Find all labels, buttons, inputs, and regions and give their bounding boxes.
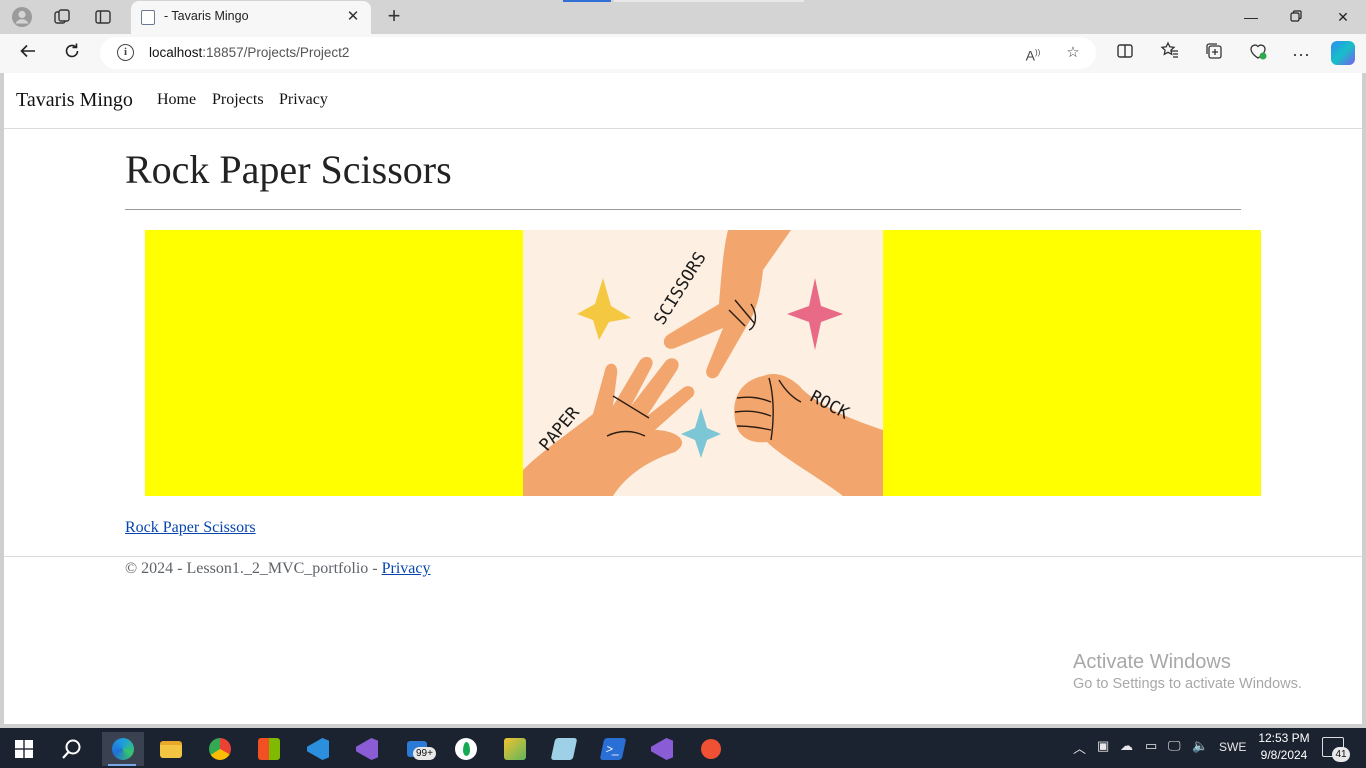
taskbar-vscode[interactable] xyxy=(298,732,338,766)
address-bar[interactable]: i localhost:18857/Projects/Project2 A)) … xyxy=(100,37,1096,69)
windows-taskbar: 99+ >_ ︿ ▣ ☁ ▭ 🖵 🔈 SWE 12:53 PM 9/8/2024… xyxy=(0,728,1366,768)
taskbar-snipping-tool[interactable] xyxy=(495,732,535,766)
title-divider xyxy=(125,209,1241,210)
taskbar-visual-studio[interactable] xyxy=(347,732,387,766)
favorite-star-icon[interactable]: ☆ xyxy=(1062,42,1084,64)
footer-privacy-link[interactable]: Privacy xyxy=(382,560,431,577)
new-tab-icon[interactable]: + xyxy=(381,4,407,30)
url-text[interactable]: localhost:18857/Projects/Project2 xyxy=(149,45,349,60)
taskbar-git-tool[interactable] xyxy=(691,732,731,766)
page-title: Rock Paper Scissors xyxy=(125,147,452,192)
close-tab-icon[interactable]: ✕ xyxy=(343,7,363,27)
profile-icon[interactable] xyxy=(10,5,34,29)
minimize-icon[interactable]: — xyxy=(1236,4,1266,30)
taskbar-powershell[interactable]: >_ xyxy=(593,732,633,766)
back-arrow-icon[interactable] xyxy=(15,41,41,67)
nav-link-projects[interactable]: Projects xyxy=(212,91,264,109)
nav-link-home[interactable]: Home xyxy=(157,91,196,109)
favorites-icon[interactable] xyxy=(1157,41,1183,67)
device-icon[interactable]: ▣ xyxy=(1097,738,1109,754)
edge-icon xyxy=(112,738,134,760)
close-window-icon[interactable]: ✕ xyxy=(1328,4,1358,30)
refresh-icon[interactable] xyxy=(59,41,85,67)
system-clock[interactable]: 12:53 PM 9/8/2024 xyxy=(1255,730,1313,764)
taskbar-mongodb[interactable] xyxy=(446,732,486,766)
search-icon[interactable] xyxy=(52,732,92,766)
tab-title: - Tavaris Mingo xyxy=(164,9,249,23)
clock-time: 12:53 PM xyxy=(1258,731,1310,745)
site-footer: © 2024 - Lesson1._2_MVC_portfolio - Priv… xyxy=(125,560,430,578)
project-banner: SCISSORS PAPER ROCK xyxy=(145,230,1261,496)
page-favicon-icon xyxy=(141,10,155,25)
start-button[interactable] xyxy=(4,732,44,766)
browser-essentials-icon[interactable] xyxy=(1245,41,1271,67)
input-language[interactable]: SWE xyxy=(1219,740,1246,754)
onedrive-icon[interactable]: ☁ xyxy=(1120,738,1133,754)
visual-studio-icon xyxy=(356,738,378,760)
more-options-icon[interactable]: ··· xyxy=(1288,41,1314,67)
network-icon[interactable]: 🖵 xyxy=(1168,738,1181,754)
show-hidden-icons[interactable]: ︿ xyxy=(1073,738,1086,757)
taskbar-visual-studio-2[interactable] xyxy=(642,732,682,766)
restore-icon[interactable] xyxy=(1281,4,1311,30)
footer-divider xyxy=(4,556,1362,557)
taskbar-file-explorer[interactable] xyxy=(151,732,191,766)
copilot-icon[interactable] xyxy=(1331,41,1355,65)
read-aloud-icon[interactable]: A)) xyxy=(1022,42,1044,64)
taskbar-notepad[interactable] xyxy=(544,732,584,766)
url-host: localhost xyxy=(149,45,203,60)
watermark-subtitle: Go to Settings to activate Windows. xyxy=(1073,676,1302,692)
battery-icon[interactable]: ▭ xyxy=(1145,738,1157,754)
store-icon xyxy=(258,738,280,760)
rock-paper-scissors-illustration: SCISSORS PAPER ROCK xyxy=(523,230,883,496)
taskbar-edge[interactable] xyxy=(102,732,144,766)
tab-strip-indicator xyxy=(563,0,611,2)
collections-icon[interactable] xyxy=(1201,41,1227,67)
powershell-icon: >_ xyxy=(599,738,627,760)
snipping-tool-icon xyxy=(504,738,526,760)
active-tab[interactable]: - Tavaris Mingo ✕ xyxy=(131,1,371,34)
taskbar-chrome[interactable] xyxy=(200,732,240,766)
browser-tab-bar: - Tavaris Mingo ✕ + — ✕ xyxy=(0,0,1366,34)
folder-icon xyxy=(160,740,182,758)
mongodb-icon xyxy=(455,738,477,760)
nav-link-privacy[interactable]: Privacy xyxy=(279,91,328,109)
vscode-icon xyxy=(307,738,329,760)
volume-icon[interactable]: 🔈 xyxy=(1192,738,1208,754)
activate-windows-watermark: Activate Windows Go to Settings to activ… xyxy=(1073,651,1302,692)
chrome-icon xyxy=(209,738,231,760)
taskbar-mail[interactable]: 99+ xyxy=(397,732,437,766)
project-link[interactable]: Rock Paper Scissors xyxy=(125,519,256,537)
browser-toolbar: i localhost:18857/Projects/Project2 A)) … xyxy=(0,34,1366,73)
tab-strip-indicator-secondary xyxy=(614,0,804,2)
site-header: Tavaris Mingo Home Projects Privacy xyxy=(4,73,1362,129)
visual-studio-icon xyxy=(651,738,673,760)
split-screen-icon[interactable] xyxy=(1112,41,1138,67)
footer-text: © 2024 - Lesson1._2_MVC_portfolio - xyxy=(125,560,382,577)
web-page: Tavaris Mingo Home Projects Privacy Rock… xyxy=(4,73,1362,724)
url-path: :18857/Projects/Project2 xyxy=(202,45,350,60)
watermark-title: Activate Windows xyxy=(1073,651,1231,673)
mail-badge: 99+ xyxy=(413,747,436,760)
git-icon xyxy=(701,739,721,759)
workspaces-icon[interactable] xyxy=(50,5,74,29)
taskbar-store[interactable] xyxy=(249,732,289,766)
active-app-indicator xyxy=(108,764,136,766)
site-brand[interactable]: Tavaris Mingo xyxy=(16,89,133,112)
clock-date: 9/8/2024 xyxy=(1260,748,1308,762)
notepad-icon xyxy=(550,738,578,760)
vertical-tabs-icon[interactable] xyxy=(91,5,115,29)
notification-count: 41 xyxy=(1332,747,1350,762)
site-info-icon[interactable]: i xyxy=(117,44,134,61)
